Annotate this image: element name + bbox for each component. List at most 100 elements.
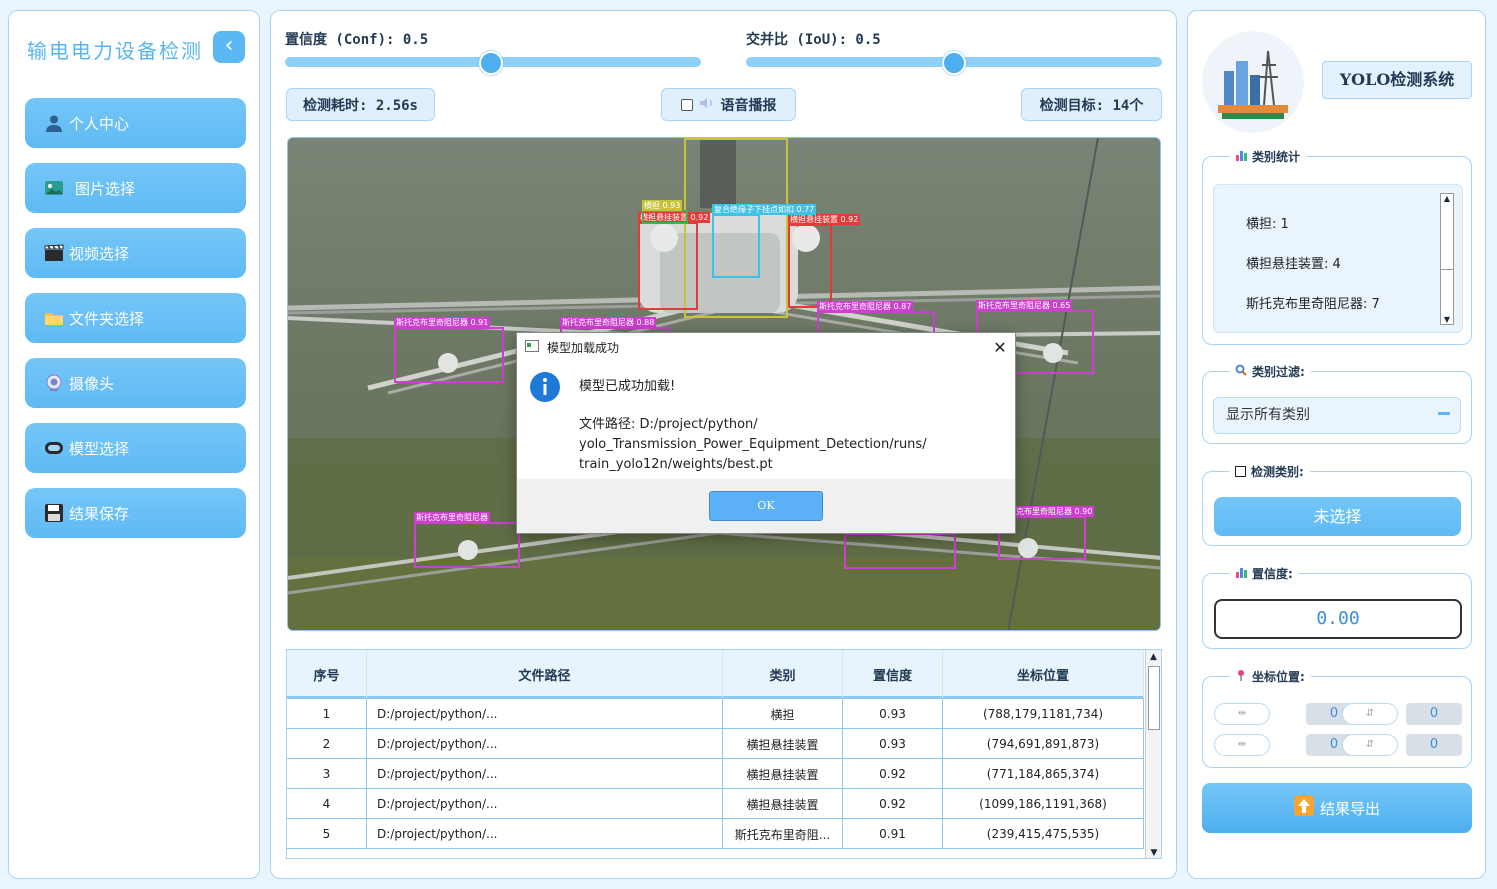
detection-box: 斯托克布里奇阻尼器 [414,512,520,568]
detection-box: 横担 0.93 [642,200,688,224]
nav-label: 结果保存 [69,504,130,523]
nav-label: 视频选择 [69,244,130,263]
cell-path: D:/project/python/... [367,699,723,729]
table-row[interactable]: 4 D:/project/python/... 横担悬挂装置 0.92 (109… [287,788,1144,819]
cell-coords: (1099,186,1191,368) [943,789,1144,819]
nav-image-select-button[interactable]: 图片选择 [25,163,246,213]
detection-label: 斯托克布里奇阻尼器 0.87 [817,301,914,312]
detection-label: 斯托克布里奇阻尼器 0.65 [976,300,1073,311]
table-row[interactable]: 3 D:/project/python/... 横担悬挂装置 0.92 (771… [287,758,1144,789]
stats-scrollbar[interactable]: ▲ ▼ [1440,193,1454,325]
scroll-up-icon[interactable]: ▲ [1146,650,1161,664]
cell-path: D:/project/python/... [367,819,723,849]
detection-box: 复合绝缘子下挂点如扣 0.77 [712,204,817,278]
export-results-button[interactable]: 结果导出 [1202,783,1472,833]
cell-confidence: 0.91 [843,819,943,849]
voice-checkbox[interactable] [680,98,693,111]
cell-index: 5 [287,819,367,849]
nav-personal-center-button[interactable]: 个人中心 [25,98,246,148]
checkbox-icon [1235,466,1246,477]
scroll-down-icon[interactable]: ▼ [1146,846,1161,858]
group-title: 检测类别: [1229,463,1310,480]
conf-slider-label: 置信度 (Conf): 0.5 [285,32,429,48]
cell-index: 2 [287,729,367,759]
save-icon [43,502,65,524]
chart-icon [1235,149,1247,164]
group-title: 类别过滤: [1229,363,1311,380]
detection-box: 斯托克布里奇阻尼器 0.91 [394,317,504,383]
confidence-group: 置信度: 0.00 [1202,565,1472,649]
table-row[interactable]: 2 D:/project/python/... 横担悬挂装置 0.93 (794… [287,728,1144,759]
search-icon [1235,364,1247,379]
system-title: YOLO检测系统 [1322,61,1472,99]
detection-label: 横担悬挂装置 0.92 [788,214,861,225]
ok-button[interactable]: OK [709,491,823,521]
ymin-value: 0 [1406,703,1462,725]
target-count-display: 检测目标: 14个 [1021,88,1162,121]
folder-icon [43,307,65,329]
detection-panel: 置信度 (Conf): 0.5 交并比 (IoU): 0.5 检测耗时: 2.5… [270,10,1177,879]
table-scrollbar[interactable]: ▲ ▼ [1145,650,1161,858]
dialog-body: 模型已成功加载! 文件路径: D:/project/python/ yolo_T… [517,361,1015,479]
nav-folder-select-button[interactable]: 文件夹选择 [25,293,246,343]
model-loaded-dialog: 模型加载成功 ✕ 模型已成功加载! 文件路径: D:/project/pytho… [516,332,1016,534]
camera-icon [43,372,65,394]
table-row[interactable]: 5 D:/project/python/... 斯托克布里奇阻... 0.91 … [287,818,1144,849]
window-icon [525,339,539,355]
category-filter-group: 类别过滤: 显示所有类别 [1202,363,1472,444]
scrollbar-thumb[interactable] [1441,208,1453,270]
nav-model-select-button[interactable]: 模型选择 [25,423,246,473]
model-icon [43,437,65,459]
conf-slider-handle[interactable] [479,51,503,75]
upload-icon [1293,796,1314,820]
xmax-label-icon: ⇹ [1214,734,1270,756]
scroll-up-icon[interactable]: ▲ [1441,194,1453,203]
column-header: 置信度 [843,650,943,698]
dialog-path-line: train_yolo12n/weights/best.pt [579,457,773,472]
detection-label: 斯托克布里奇阻尼器 0.91 [394,317,491,328]
cell-index: 4 [287,789,367,819]
collapse-sidebar-button[interactable]: ‹ [213,31,245,63]
detected-class-group: 检测类别: 未选择 [1202,463,1472,546]
info-panel: YOLO检测系统 类别统计 横担: 1 横担悬挂装置: 4 斯托克布里奇阻尼器:… [1187,10,1486,879]
table-row[interactable] [287,848,1144,858]
close-icon[interactable]: ✕ [985,338,1015,357]
group-title: 类别统计 [1229,148,1307,165]
cell-class: 横担悬挂装置 [723,789,843,819]
stats-item: 横担: 1 [1246,217,1289,232]
category-filter-select[interactable]: 显示所有类别 [1213,397,1461,434]
xmin-label-icon: ⇹ [1214,703,1270,725]
sidebar-panel: 输电电力设备检测 ‹ 个人中心 图片选择 视频选择 文件夹选择 摄像头 模型选择… [8,10,260,879]
speaker-icon [699,97,715,113]
table-row[interactable]: 1 D:/project/python/... 横担 0.93 (788,179… [287,698,1144,729]
app-title: 输电电力设备检测 [27,39,203,63]
nav-camera-button[interactable]: 摄像头 [25,358,246,408]
ymin-label-icon: ⇵ [1342,703,1398,725]
user-icon [43,112,65,134]
nav-label: 图片选择 [75,179,136,198]
voice-broadcast-toggle[interactable]: 语音播报 [661,88,796,121]
scrollbar-thumb[interactable] [1148,666,1160,730]
cell-index: 3 [287,759,367,789]
cell-path: D:/project/python/... [367,759,723,789]
stats-item: 斯托克布里奇阻尼器: 7 [1246,297,1380,312]
cell-path: D:/project/python/... [367,789,723,819]
column-header: 序号 [287,650,367,698]
confidence-display: 0.00 [1214,599,1462,639]
detected-class-button[interactable]: 未选择 [1214,497,1461,536]
nav-save-result-button[interactable]: 结果保存 [25,488,246,538]
detection-box [844,533,956,569]
detection-image-view: 横担悬挂装置 0.92 横担悬挂装置 0.92 复合绝缘子下挂点如扣 0.77 … [287,137,1161,631]
scroll-down-icon[interactable]: ▼ [1441,315,1453,324]
ymax-label-icon: ⇵ [1342,734,1398,756]
iou-slider-handle[interactable] [942,51,966,75]
nav-video-select-button[interactable]: 视频选择 [25,228,246,278]
nav-label: 模型选择 [69,439,130,458]
stats-list: 横担: 1 横担悬挂装置: 4 斯托克布里奇阻尼器: 7 ▲ ▼ [1213,184,1463,333]
cell-confidence: 0.93 [843,729,943,759]
system-logo [1202,31,1304,133]
info-icon [529,371,561,407]
dropdown-icon [1438,412,1450,415]
cell-index: 1 [287,699,367,729]
pin-icon [1235,669,1247,684]
